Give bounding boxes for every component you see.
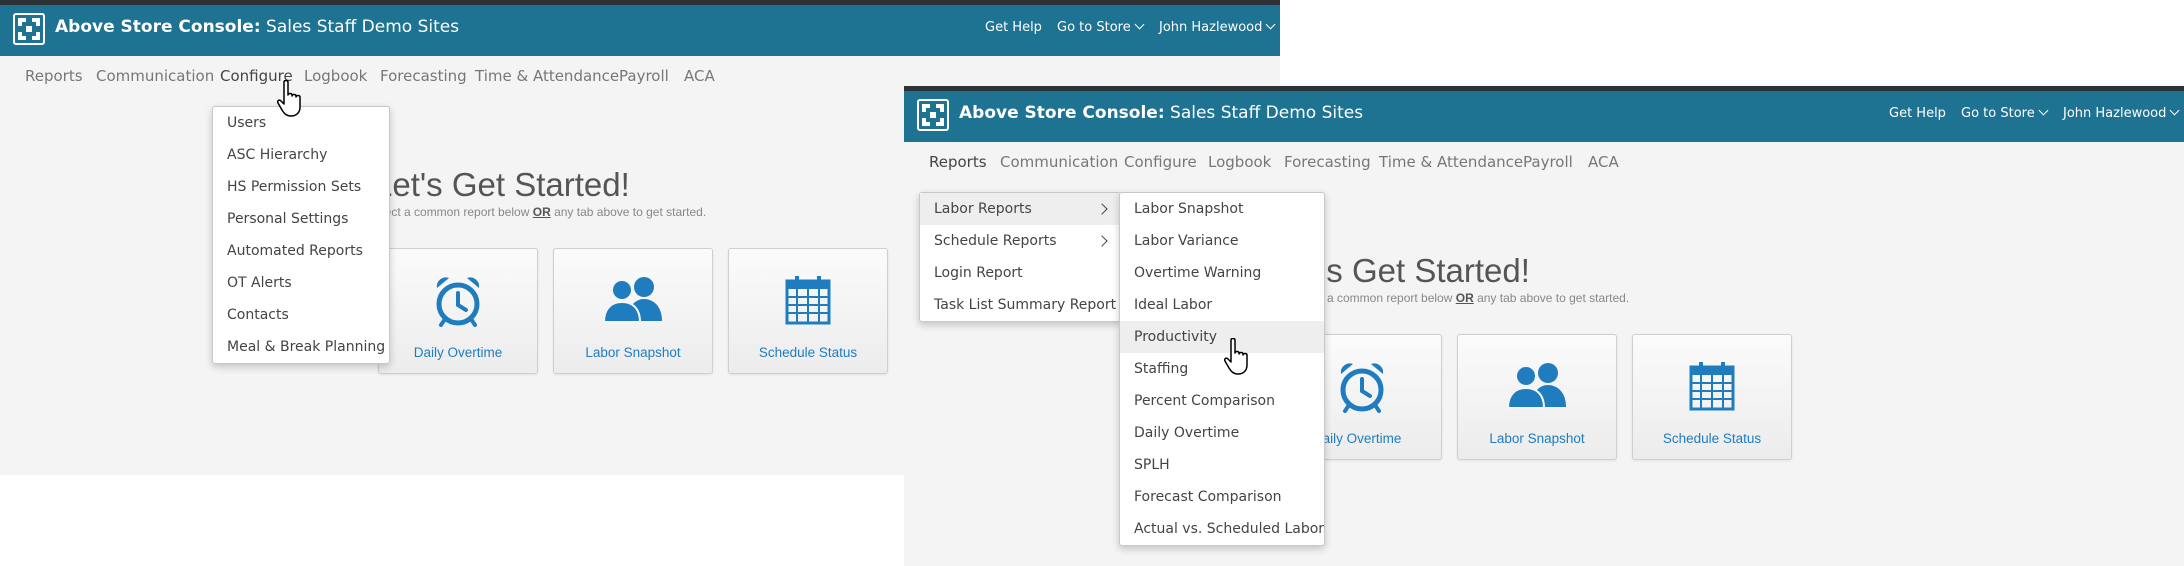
tab-payroll[interactable]: Payroll	[1523, 153, 1573, 171]
menu-item-daily-overtime[interactable]: Daily Overtime	[1120, 417, 1324, 449]
app-logo-icon[interactable]	[917, 99, 949, 131]
daily-overtime-card[interactable]: Daily Overtime	[378, 248, 538, 374]
menu-item-personal-settings[interactable]: Personal Settings	[213, 203, 389, 235]
main-nav: Reports Communication Configure Logbook …	[904, 142, 2184, 185]
app-header: Above Store Console: Sales Staff Demo Si…	[904, 91, 2184, 142]
chevron-right-icon	[1096, 203, 1108, 215]
menu-item-hs-permission-sets[interactable]: HS Permission Sets	[213, 171, 389, 203]
menu-item-staffing[interactable]: Staffing	[1120, 353, 1324, 385]
chevron-right-icon	[1096, 235, 1108, 247]
menu-item-labor-snapshot[interactable]: Labor Snapshot	[1120, 193, 1324, 225]
menu-item-asc-hierarchy[interactable]: ASC Hierarchy	[213, 139, 389, 171]
app-title[interactable]: Above Store Console: Sales Staff Demo Si…	[55, 17, 459, 37]
reports-dropdown-menu: Labor Reports Schedule Reports Login Rep…	[919, 192, 1121, 322]
tab-reports[interactable]: Reports	[929, 153, 987, 171]
menu-item-labor-variance[interactable]: Labor Variance	[1120, 225, 1324, 257]
tab-reports[interactable]: Reports	[25, 67, 83, 85]
screenshot-reports-menu: Above Store Console: Sales Staff Demo Si…	[904, 86, 2184, 566]
page-subtitle: a common report below OR any tab above t…	[1327, 291, 1630, 305]
calendar-icon	[1689, 362, 1735, 411]
tab-payroll[interactable]: Payroll	[619, 67, 669, 85]
go-to-store-dropdown[interactable]: Go to Store	[1961, 105, 2049, 121]
configure-dropdown-menu: Users ASC Hierarchy HS Permission Sets P…	[212, 106, 390, 364]
tab-configure[interactable]: Configure	[1124, 153, 1197, 171]
go-to-store-dropdown[interactable]: Go to Store	[1057, 19, 1145, 35]
page-title: 's Get Started!	[1320, 252, 1530, 289]
chevron-down-icon	[1134, 19, 1145, 30]
app-logo-icon[interactable]	[13, 13, 45, 45]
menu-item-splh[interactable]: SPLH	[1120, 449, 1324, 481]
menu-item-percent-comparison[interactable]: Percent Comparison	[1120, 385, 1324, 417]
card-label: Schedule Status	[758, 345, 858, 360]
tab-communication[interactable]: Communication	[1000, 153, 1118, 171]
labor-snapshot-card[interactable]: Labor Snapshot	[1457, 334, 1617, 460]
tab-time-attendance[interactable]: Time & Attendance	[475, 67, 619, 85]
labor-reports-submenu: Labor Snapshot Labor Variance Overtime W…	[1119, 192, 1325, 546]
tab-forecasting[interactable]: Forecasting	[380, 67, 467, 85]
card-label: Daily Overtime	[413, 345, 503, 360]
menu-item-labor-reports[interactable]: Labor Reports	[920, 193, 1120, 225]
user-menu-dropdown[interactable]: John Hazlewood	[1159, 19, 1276, 35]
alarm-clock-icon	[436, 277, 480, 327]
chevron-down-icon	[2169, 105, 2180, 116]
tab-aca[interactable]: ACA	[1588, 153, 1619, 171]
app-header: Above Store Console: Sales Staff Demo Si…	[0, 5, 1280, 56]
tab-aca[interactable]: ACA	[684, 67, 715, 85]
card-label: Schedule Status	[1662, 431, 1762, 446]
menu-item-overtime-warning[interactable]: Overtime Warning	[1120, 257, 1324, 289]
menu-item-actual-vs-scheduled-labor[interactable]: Actual vs. Scheduled Labor	[1120, 513, 1324, 545]
get-help-link[interactable]: Get Help	[1889, 106, 1946, 121]
tab-forecasting[interactable]: Forecasting	[1284, 153, 1371, 171]
tab-logbook[interactable]: Logbook	[304, 67, 367, 85]
menu-item-contacts[interactable]: Contacts	[213, 299, 389, 331]
schedule-status-card[interactable]: Schedule Status	[728, 248, 888, 374]
menu-item-ideal-labor[interactable]: Ideal Labor	[1120, 289, 1324, 321]
calendar-icon	[785, 276, 831, 325]
menu-item-login-report[interactable]: Login Report	[920, 257, 1120, 289]
tab-communication[interactable]: Communication	[96, 67, 214, 85]
hand-pointer-cursor-icon	[277, 80, 301, 117]
menu-item-productivity[interactable]: Productivity	[1120, 321, 1324, 353]
menu-item-forecast-comparison[interactable]: Forecast Comparison	[1120, 481, 1324, 513]
get-help-link[interactable]: Get Help	[985, 20, 1042, 35]
card-label: Labor Snapshot	[1489, 431, 1585, 446]
menu-item-meal-break-planning[interactable]: Meal & Break Planning	[213, 331, 389, 363]
alarm-clock-icon	[1340, 363, 1384, 413]
hand-pointer-cursor-icon	[1224, 338, 1248, 375]
page-title: Let's Get Started!	[374, 166, 630, 203]
chevron-down-icon	[2038, 105, 2049, 116]
menu-item-task-list-summary-report[interactable]: Task List Summary Report	[920, 289, 1120, 321]
menu-item-ot-alerts[interactable]: OT Alerts	[213, 267, 389, 299]
menu-item-automated-reports[interactable]: Automated Reports	[213, 235, 389, 267]
page-subtitle: lect a common report below OR any tab ab…	[382, 205, 707, 219]
chevron-down-icon	[1265, 19, 1276, 30]
tab-logbook[interactable]: Logbook	[1208, 153, 1271, 171]
users-icon	[1506, 363, 1566, 409]
tab-time-attendance[interactable]: Time & Attendance	[1379, 153, 1523, 171]
users-icon	[602, 277, 662, 323]
labor-snapshot-card[interactable]: Labor Snapshot	[553, 248, 713, 374]
app-title[interactable]: Above Store Console: Sales Staff Demo Si…	[959, 103, 1363, 123]
user-menu-dropdown[interactable]: John Hazlewood	[2063, 105, 2180, 121]
schedule-status-card[interactable]: Schedule Status	[1632, 334, 1792, 460]
card-label: Labor Snapshot	[585, 345, 681, 360]
menu-item-schedule-reports[interactable]: Schedule Reports	[920, 225, 1120, 257]
